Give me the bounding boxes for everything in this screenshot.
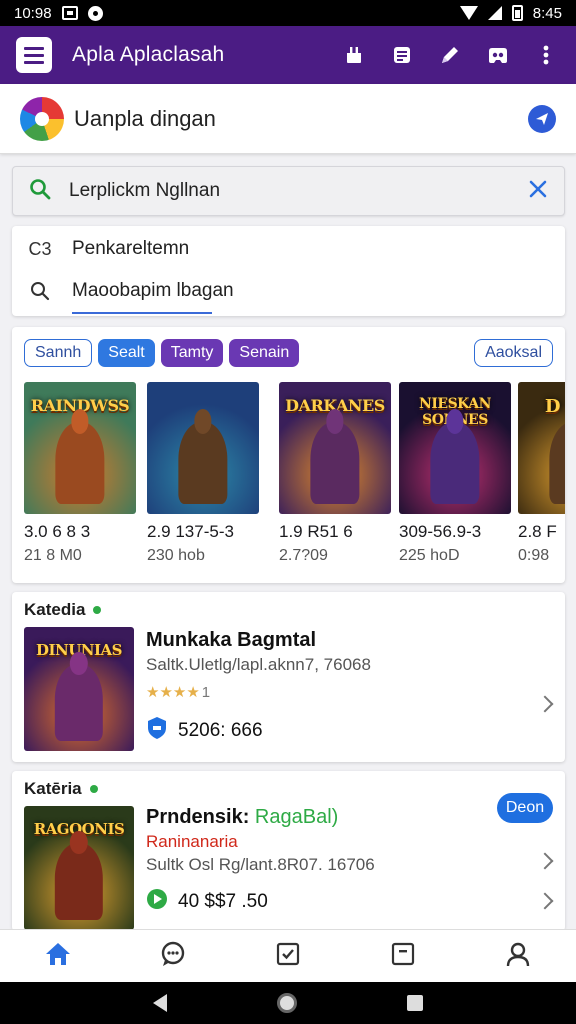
status-time: 10:98 <box>14 4 52 22</box>
game-cover: D <box>518 382 565 514</box>
price: 5206: 666 <box>178 720 263 741</box>
shield-icon <box>146 716 168 746</box>
status-bar: 10:98 8:45 <box>0 0 576 26</box>
back-icon[interactable] <box>153 994 167 1012</box>
category-cover: RAGOONIS <box>24 806 134 930</box>
category-label: Katedia <box>24 600 102 620</box>
game-version: 1.9 R51 6 <box>279 522 353 541</box>
checklist-icon <box>275 941 301 972</box>
search-suggestions: C3 Penkareltemn Maoobapim lbagan <box>12 226 565 316</box>
history-icon: C3 <box>28 238 52 259</box>
chip-1[interactable]: Sealt <box>98 339 155 367</box>
suggestion-underline <box>72 312 212 314</box>
suggestion-label: Maoobapim lbagan <box>72 280 234 301</box>
price: 40 $$7 .50 <box>178 891 268 912</box>
search-input[interactable] <box>69 180 489 202</box>
person-icon <box>505 941 531 972</box>
more-vert-icon[interactable] <box>532 41 560 69</box>
category-card[interactable]: Katedia DINUNIAS Munkaka Bagmtal Saltk.U… <box>12 592 565 762</box>
suggestion-label: Penkareltemn <box>72 238 190 259</box>
account-card[interactable]: Uanpla dingan <box>0 84 576 154</box>
filter-chips: Sannh Sealt Tamty Senain Aaoksal <box>24 339 553 369</box>
category-cover: DINUNIAS <box>24 627 134 751</box>
status-dot <box>93 606 102 614</box>
game-card[interactable]: NIESKAN SONNES 309-56.9-3 225 hoD <box>399 382 511 565</box>
category-label: Katēria <box>24 779 98 799</box>
game-size: 2.7?09 <box>279 547 328 564</box>
system-navigation <box>0 982 576 1024</box>
app-logo-icon <box>20 96 64 141</box>
game-version: 2.9 137-5-3 <box>147 522 234 541</box>
app-bar: Apla Aplaclasah <box>0 26 576 84</box>
notification-icon <box>61 6 78 20</box>
nav-chat[interactable] <box>115 930 230 982</box>
game-cover: RAINDWSS <box>24 382 136 514</box>
chevron-right-icon[interactable] <box>536 892 554 910</box>
game-card[interactable]: DARKANES 1.9 R51 6 2.7?09 <box>279 382 391 565</box>
category-title-accent: RagaBal) <box>254 806 339 828</box>
nav-tasks[interactable] <box>230 930 345 982</box>
chevron-right-icon[interactable] <box>536 852 554 870</box>
game-version: 2.8 F <box>518 522 557 541</box>
search-icon <box>29 178 51 205</box>
battery-icon <box>511 5 523 21</box>
play-store-icon <box>146 888 168 916</box>
suggestion-item[interactable]: C3 Penkareltemn <box>12 228 565 270</box>
game-size: 225 hoD <box>399 547 460 564</box>
menu-button[interactable] <box>16 37 52 73</box>
game-cover: DARKANES <box>279 382 391 514</box>
nav-library[interactable] <box>346 930 461 982</box>
navigation-icon[interactable] <box>528 104 556 133</box>
game-cover: NIESKAN SONNES <box>399 382 511 514</box>
game-card[interactable]: 2.9 137-5-3 230 hob <box>147 382 259 565</box>
document-icon[interactable] <box>388 41 416 69</box>
chevron-right-icon[interactable] <box>536 695 554 713</box>
record-icon <box>87 5 103 21</box>
game-size: 230 hob <box>147 547 205 564</box>
chip-0[interactable]: Sannh <box>24 339 93 367</box>
game-card[interactable]: D 2.8 F 0:98 <box>518 382 565 565</box>
nav-home[interactable] <box>0 930 115 982</box>
game-version: 309-56.9-3 <box>399 522 482 541</box>
game-size: 21 8 M0 <box>24 547 82 564</box>
home-icon <box>44 941 72 972</box>
suggestion-item[interactable]: Maoobapim lbagan <box>12 270 565 312</box>
clear-icon[interactable] <box>528 179 548 204</box>
game-size: 0:98 <box>518 547 550 564</box>
game-cover <box>147 382 259 514</box>
app-title: Apla Aplaclasah <box>72 43 225 66</box>
account-name: Uanpla dingan <box>74 105 216 131</box>
nav-profile[interactable] <box>461 930 576 982</box>
rating-stars: ★★★★ 1 <box>146 684 211 701</box>
see-more-button[interactable]: Aaoksal <box>474 339 553 367</box>
status-clock: 8:45 <box>532 4 562 22</box>
price-row: 40 $$7 .50 <box>146 888 268 916</box>
home-button-icon[interactable] <box>277 993 297 1013</box>
wifi-icon <box>459 6 478 20</box>
search-icon <box>28 281 52 301</box>
bottom-navigation <box>0 929 576 982</box>
gamepad-icon[interactable] <box>484 41 512 69</box>
game-version: 3.0 6 8 3 <box>24 522 91 541</box>
deal-button[interactable]: Deon <box>497 793 553 823</box>
search-bar <box>12 166 565 216</box>
recents-icon[interactable] <box>407 995 423 1011</box>
chip-3[interactable]: Senain <box>229 339 300 367</box>
price-row: 5206: 666 <box>146 716 263 746</box>
bag-icon[interactable] <box>340 41 368 69</box>
category-card[interactable]: Katēria RAGOONIS Prndensik: RagaBal) Ran… <box>12 771 565 931</box>
game-card[interactable]: RAINDWSS 3.0 6 8 3 21 8 M0 <box>24 382 136 565</box>
status-dot <box>89 785 98 793</box>
category-tagline: Raninanaria <box>146 832 238 851</box>
category-title: Munkaka Bagmtal <box>146 629 317 651</box>
category-subtitle: Sultk Osl Rg/lant.8R07. 16706 <box>146 855 375 874</box>
category-subtitle: Saltk.Uletlg/lapl.aknn7, 76068 <box>146 655 371 674</box>
edit-icon[interactable] <box>436 41 464 69</box>
signal-icon <box>487 6 502 20</box>
category-title: Prndensik: RagaBal) <box>146 806 339 828</box>
featured-panel: Sannh Sealt Tamty Senain Aaoksal RAINDWS… <box>12 327 565 583</box>
chip-2[interactable]: Tamty <box>160 339 224 367</box>
inbox-icon <box>390 941 416 972</box>
chat-icon <box>159 940 187 973</box>
